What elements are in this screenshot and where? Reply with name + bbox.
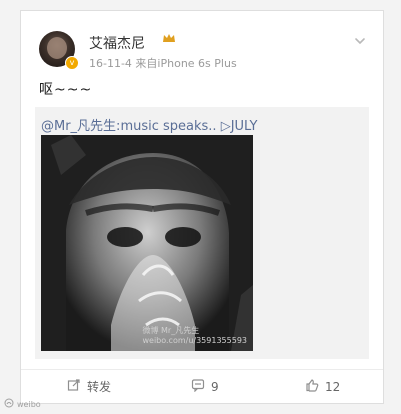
repost-line[interactable]: @Mr_凡先生:music speaks.. ▷JULY (41, 115, 258, 134)
comments-count: 9 (211, 379, 219, 394)
like-button[interactable]: 12 (305, 378, 340, 395)
comment-icon (191, 378, 205, 395)
weibo-post-card: v 艾福杰尼 16-11-4 来自iPhone 6s Plus 呕~~~ @Mr… (20, 10, 384, 404)
likes-count: 12 (325, 379, 341, 394)
comment-button[interactable]: 9 (191, 378, 219, 395)
share-icon (67, 378, 81, 395)
repost-label: 转发 (87, 380, 112, 394)
crown-icon (162, 32, 176, 47)
corner-watermark-text: weibo (17, 399, 41, 409)
image-watermark-name: 微博 Mr_凡先生 (142, 326, 200, 335)
post-image[interactable]: 微博 Mr_凡先生 weibo.com/u/3591355593 (41, 135, 253, 351)
portrait-illustration (41, 135, 253, 351)
thumbs-up-icon (305, 378, 319, 395)
avatar-face (47, 37, 67, 59)
verified-badge: v (65, 56, 79, 70)
weibo-icon (4, 398, 14, 410)
corner-watermark: weibo (4, 398, 41, 410)
reposted-content[interactable]: @Mr_凡先生:music speaks.. ▷JULY 微博 Mr_凡先生 w… (35, 107, 369, 359)
post-meta: 16-11-4 来自iPhone 6s Plus (89, 57, 237, 70)
username[interactable]: 艾福杰尼 (89, 33, 145, 53)
repost-button[interactable]: 转发 (67, 378, 111, 395)
image-watermark-url: weibo.com/u/3591355593 (142, 336, 247, 345)
image-watermark: 微博 Mr_凡先生 weibo.com/u/3591355593 (142, 325, 247, 345)
post-text: 呕~~~ (39, 82, 93, 98)
chevron-down-icon[interactable] (353, 33, 367, 47)
post-actions: 转发 9 12 (21, 369, 383, 404)
